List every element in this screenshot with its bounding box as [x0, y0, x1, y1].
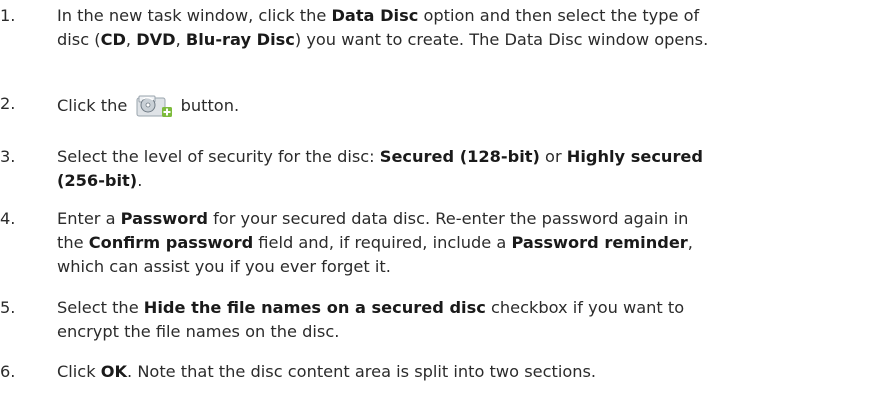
- ui-term: Password: [120, 209, 208, 228]
- document-page: { "steps": [ { "number": "1.", "lines": …: [0, 0, 879, 414]
- step-line: Click the button.: [57, 92, 872, 118]
- step-line: Click OK. Note that the disc content are…: [57, 360, 872, 384]
- text-run: Click the: [57, 96, 133, 115]
- text-run: ,: [125, 30, 137, 49]
- step-text: Select the level of security for the dis…: [57, 145, 872, 193]
- text-run: the: [57, 233, 89, 252]
- step-number: 6.: [0, 362, 16, 381]
- step-number: 5.: [0, 298, 16, 317]
- text-run: ) you want to create. The Data Disc wind…: [294, 30, 709, 49]
- text-run: ,: [175, 30, 186, 49]
- step-line: encrypt the file names on the disc.: [57, 320, 872, 344]
- ui-term: Data Disc: [331, 6, 419, 25]
- ui-term: (256-bit): [57, 171, 138, 190]
- text-run: .: [137, 171, 143, 190]
- ui-term: Confirm password: [88, 233, 254, 252]
- step-line: Enter a Password for your secured data d…: [57, 207, 872, 231]
- ui-term: Blu-ray Disc: [185, 30, 295, 49]
- step-text: Enter a Password for your secured data d…: [57, 207, 872, 279]
- ui-term: Highly secured: [566, 147, 703, 166]
- text-run: Select the level of security for the dis…: [57, 147, 380, 166]
- step-number: 2.: [0, 94, 16, 113]
- text-run: which can assist you if you ever forget …: [57, 257, 391, 276]
- text-run: ,: [687, 233, 693, 252]
- text-run: or: [539, 147, 567, 166]
- ui-term: Hide the file names on a secured disc: [143, 298, 486, 317]
- text-run: . Note that the disc content area is spl…: [127, 362, 597, 381]
- ui-term: Secured (128-bit): [379, 147, 540, 166]
- step-text: Click OK. Note that the disc content are…: [57, 360, 872, 384]
- text-run: option and then select the type of: [418, 6, 700, 25]
- step-number: 1.: [0, 6, 16, 25]
- step-number: 3.: [0, 147, 16, 166]
- step-line: which can assist you if you ever forget …: [57, 255, 872, 279]
- step-text: Click the button.: [57, 92, 872, 118]
- ui-term: CD: [100, 30, 126, 49]
- text-run: field and, if required, include a: [253, 233, 512, 252]
- step-line: disc (CD, DVD, Blu-ray Disc) you want to…: [57, 28, 872, 52]
- step-line: In the new task window, click the Data D…: [57, 4, 872, 28]
- step-line: the Confirm password field and, if requi…: [57, 231, 872, 255]
- step-line: (256-bit).: [57, 169, 872, 193]
- ui-term: OK: [100, 362, 128, 381]
- text-run: Enter a: [57, 209, 121, 228]
- text-run: Click: [57, 362, 101, 381]
- text-run: disc (: [57, 30, 101, 49]
- step-text: In the new task window, click the Data D…: [57, 4, 872, 52]
- text-run: Select the: [57, 298, 144, 317]
- ui-term: Password reminder: [511, 233, 688, 252]
- text-run: button.: [175, 96, 240, 115]
- add-secure-disc-icon: [135, 92, 173, 118]
- ui-term: DVD: [136, 30, 176, 49]
- step-line: Select the Hide the file names on a secu…: [57, 296, 872, 320]
- step-text: Select the Hide the file names on a secu…: [57, 296, 872, 344]
- text-run: In the new task window, click the: [57, 6, 332, 25]
- text-run: for your secured data disc. Re-enter the…: [207, 209, 689, 228]
- text-run: checkbox if you want to: [485, 298, 685, 317]
- step-line: Select the level of security for the dis…: [57, 145, 872, 169]
- step-number: 4.: [0, 209, 16, 228]
- text-run: encrypt the file names on the disc.: [57, 322, 340, 341]
